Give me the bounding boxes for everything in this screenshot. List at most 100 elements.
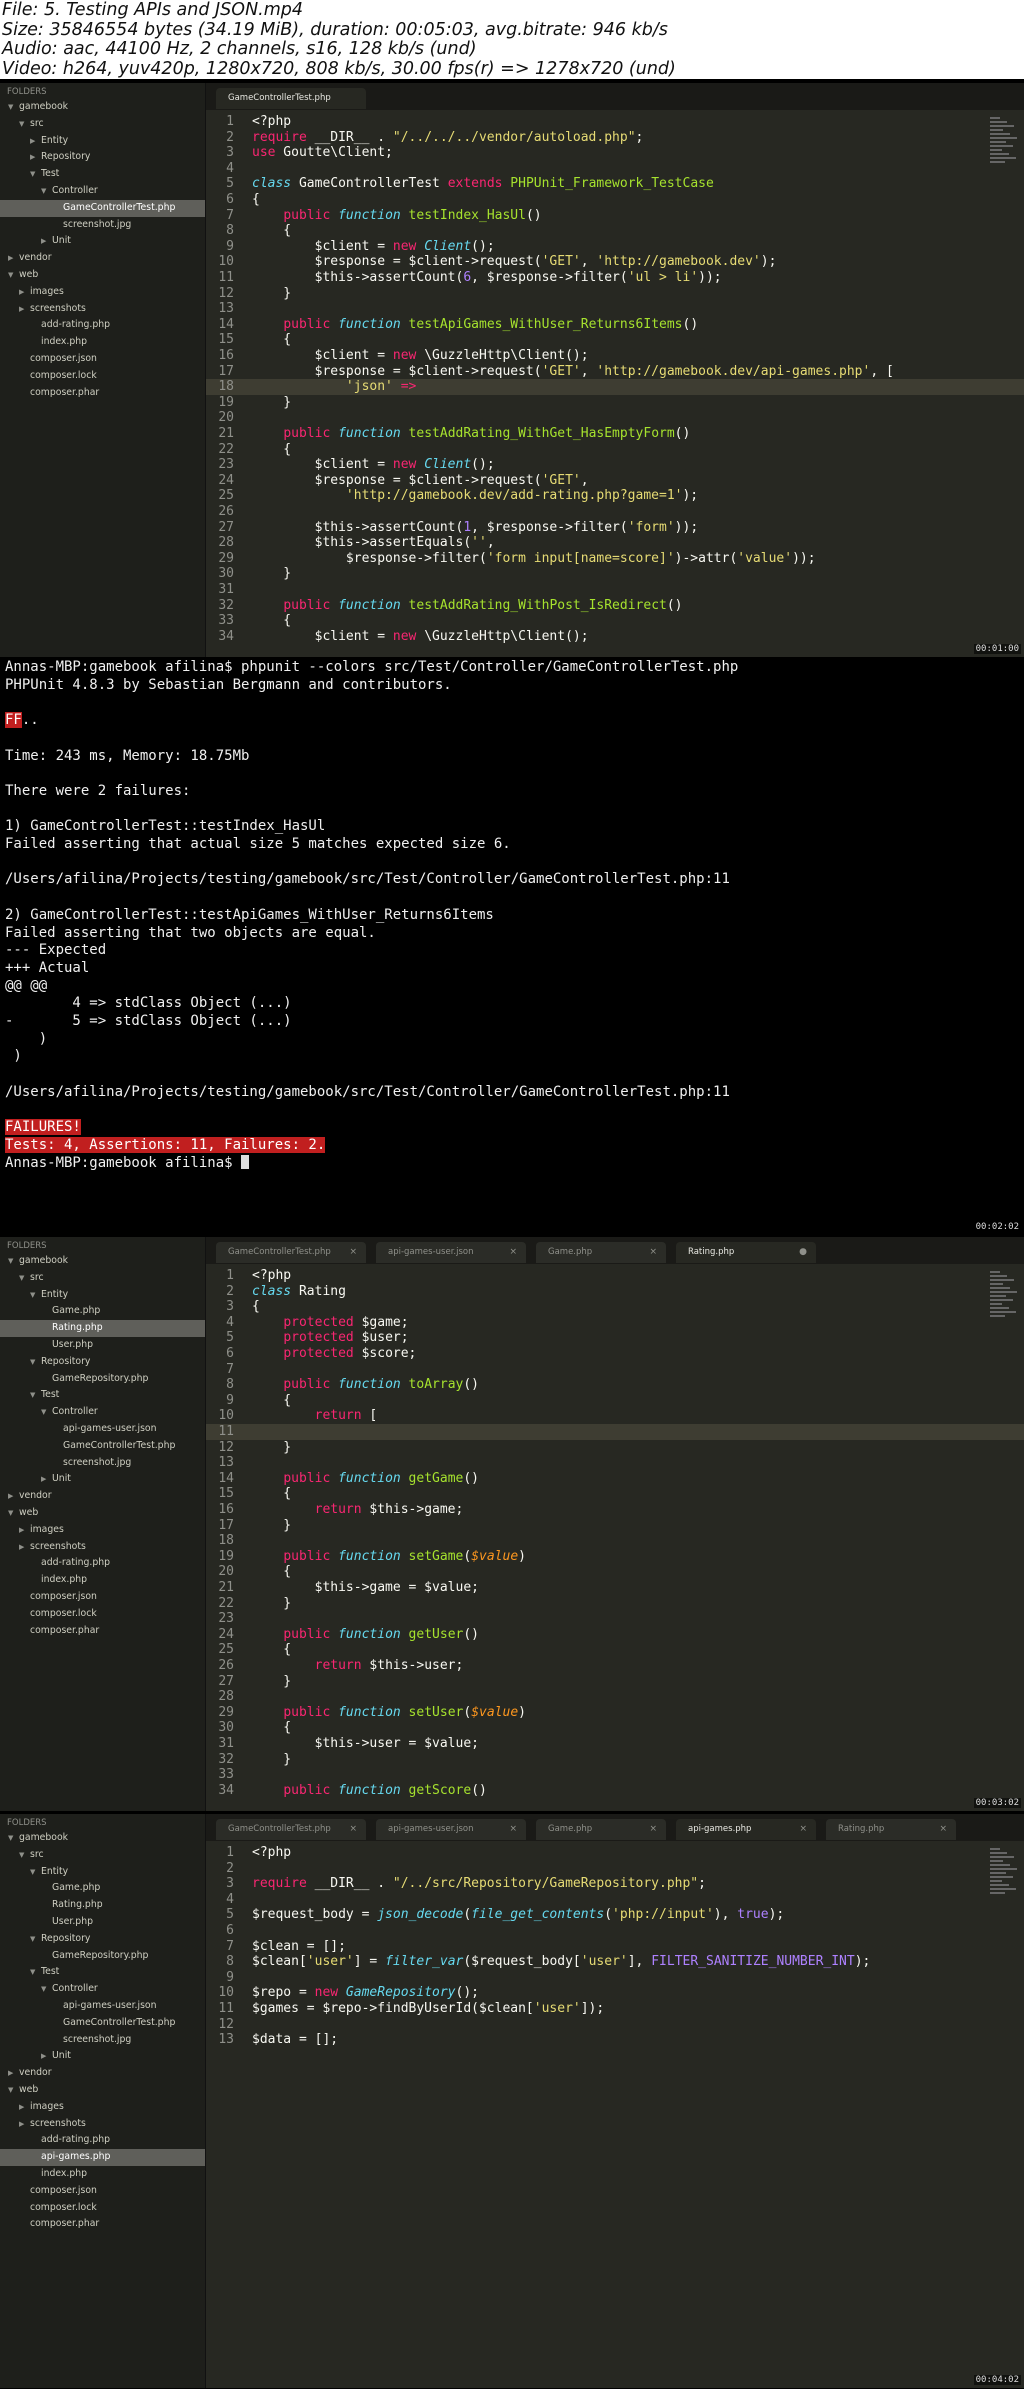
sidebar-item[interactable]: composer.json [0,1589,205,1606]
code-editor[interactable]: 1 <?php 2 require __DIR__ . "/../../../vend… [206,110,1024,657]
disclosure-closed-icon[interactable]: ▶ [19,1539,24,1556]
sidebar-item[interactable]: ▼ src [0,1270,205,1287]
sidebar-item[interactable]: composer.phar [0,1623,205,1640]
sidebar-item[interactable]: ▼ Controller [0,1404,205,1421]
sidebar-item[interactable]: ▼ web [0,267,205,284]
close-icon[interactable]: × [649,1819,657,1840]
sidebar-item[interactable]: screenshot.jpg [0,217,205,234]
sidebar-item[interactable]: ▶ screenshots [0,301,205,318]
close-icon[interactable]: × [349,1819,357,1840]
close-icon[interactable]: × [349,1242,357,1263]
sidebar-item[interactable]: ▶ vendor [0,2065,205,2082]
sidebar-item[interactable]: ▶ Unit [0,2048,205,2065]
sidebar-item[interactable]: ▼ Test [0,1964,205,1981]
minimap[interactable] [990,115,1020,175]
disclosure-closed-icon[interactable]: ▶ [41,2048,46,2065]
tab-gamecontrollertest-php[interactable]: GameControllerTest.php × [216,1819,366,1840]
sidebar-item[interactable]: index.php [0,2166,205,2183]
sidebar-item[interactable]: composer.json [0,2183,205,2200]
disclosure-closed-icon[interactable]: ▶ [30,149,35,166]
disclosure-closed-icon[interactable]: ▶ [19,301,24,318]
sidebar-item[interactable]: ▼ web [0,1505,205,1522]
close-icon[interactable]: × [939,1819,947,1840]
sidebar-item[interactable]: ▶ Unit [0,1471,205,1488]
tab-api-games-php[interactable]: api-games.php × [676,1819,816,1840]
disclosure-open-icon[interactable]: ▼ [30,1931,35,1948]
sidebar-item[interactable]: GameControllerTest.php [0,2015,205,2032]
sidebar-item[interactable]: ▼ gamebook [0,99,205,116]
tab-rating-php[interactable]: Rating.php ● [676,1242,816,1263]
sidebar-item[interactable]: screenshot.jpg [0,1455,205,1472]
sidebar-item[interactable]: ▼ Controller [0,183,205,200]
disclosure-open-icon[interactable]: ▼ [30,1387,35,1404]
sidebar-item[interactable]: GameControllerTest.php [0,199,205,217]
minimap[interactable] [990,1846,1020,1906]
sidebar-item[interactable]: composer.json [0,351,205,368]
sidebar-item[interactable]: composer.lock [0,1606,205,1623]
unsaved-dot-icon[interactable]: ● [799,1242,807,1263]
sidebar-item[interactable]: ▼ Test [0,166,205,183]
disclosure-open-icon[interactable]: ▼ [30,1964,35,1981]
close-icon[interactable]: × [799,1819,807,1840]
disclosure-open-icon[interactable]: ▼ [8,267,13,284]
sidebar-item[interactable]: add-rating.php [0,2132,205,2149]
disclosure-closed-icon[interactable]: ▶ [19,1522,24,1539]
disclosure-closed-icon[interactable]: ▶ [8,2065,13,2082]
sidebar-item[interactable]: Game.php [0,1880,205,1897]
sidebar-item[interactable]: ▼ Test [0,1387,205,1404]
disclosure-closed-icon[interactable]: ▶ [19,284,24,301]
sidebar-item[interactable]: Game.php [0,1303,205,1320]
disclosure-open-icon[interactable]: ▼ [8,1505,13,1522]
tab-game-php[interactable]: Game.php × [536,1819,666,1840]
sidebar-item[interactable]: ▶ screenshots [0,2116,205,2133]
disclosure-open-icon[interactable]: ▼ [19,1847,24,1864]
sidebar-item[interactable]: GameRepository.php [0,1948,205,1965]
sidebar-item[interactable]: composer.lock [0,368,205,385]
tab-game-php[interactable]: Game.php × [536,1242,666,1263]
sidebar-item[interactable]: ▼ gamebook [0,1253,205,1270]
code-editor[interactable]: 1 <?php 2 class Rating 3 {4 protected $game; 5… [206,1264,1024,1811]
disclosure-open-icon[interactable]: ▼ [19,116,24,133]
sidebar-item[interactable]: ▶ vendor [0,250,205,267]
sidebar-item[interactable]: ▼ Repository [0,1931,205,1948]
sidebar-item[interactable]: index.php [0,1572,205,1589]
disclosure-open-icon[interactable]: ▼ [30,1287,35,1304]
disclosure-closed-icon[interactable]: ▶ [41,1471,46,1488]
sidebar-item[interactable]: ▶ images [0,2099,205,2116]
disclosure-open-icon[interactable]: ▼ [30,1864,35,1881]
sidebar-item[interactable]: User.php [0,1337,205,1354]
disclosure-open-icon[interactable]: ▼ [41,1981,46,1998]
sidebar-item[interactable]: ▶ Repository [0,149,205,166]
close-icon[interactable]: × [509,1242,517,1263]
disclosure-closed-icon[interactable]: ▶ [41,233,46,250]
sidebar-item[interactable]: ▼ Entity [0,1864,205,1881]
sidebar-item[interactable]: api-games-user.json [0,1421,205,1438]
sidebar-item[interactable]: ▼ src [0,1847,205,1864]
tab-gamecontrollertest-php[interactable]: GameControllerTest.php × [216,1242,366,1263]
tab-gamecontrollertest-php[interactable]: GameControllerTest.php [216,88,366,109]
sidebar-item[interactable]: composer.phar [0,385,205,402]
sidebar-item[interactable]: ▼ web [0,2082,205,2099]
disclosure-open-icon[interactable]: ▼ [8,99,13,116]
disclosure-open-icon[interactable]: ▼ [41,1404,46,1421]
disclosure-closed-icon[interactable]: ▶ [8,250,13,267]
sidebar-item[interactable]: composer.phar [0,2216,205,2233]
tab-rating-php[interactable]: Rating.php × [826,1819,956,1840]
sidebar-item[interactable]: add-rating.php [0,1555,205,1572]
sidebar-item[interactable]: ▶ vendor [0,1488,205,1505]
sidebar-item[interactable]: GameControllerTest.php [0,1438,205,1455]
disclosure-open-icon[interactable]: ▼ [8,2082,13,2099]
disclosure-open-icon[interactable]: ▼ [8,1830,13,1847]
disclosure-open-icon[interactable]: ▼ [41,183,46,200]
sidebar-item[interactable]: ▼ src [0,116,205,133]
disclosure-open-icon[interactable]: ▼ [30,1354,35,1371]
sidebar-item[interactable]: ▶ images [0,284,205,301]
sidebar-item[interactable]: ▼ Repository [0,1354,205,1371]
sidebar-item[interactable]: index.php [0,334,205,351]
sidebar-item[interactable]: ▶ images [0,1522,205,1539]
close-icon[interactable]: × [649,1242,657,1263]
sidebar-item[interactable]: User.php [0,1914,205,1931]
disclosure-closed-icon[interactable]: ▶ [19,2099,24,2116]
sidebar-item[interactable]: screenshot.jpg [0,2032,205,2049]
sidebar-item[interactable]: ▼ gamebook [0,1830,205,1847]
